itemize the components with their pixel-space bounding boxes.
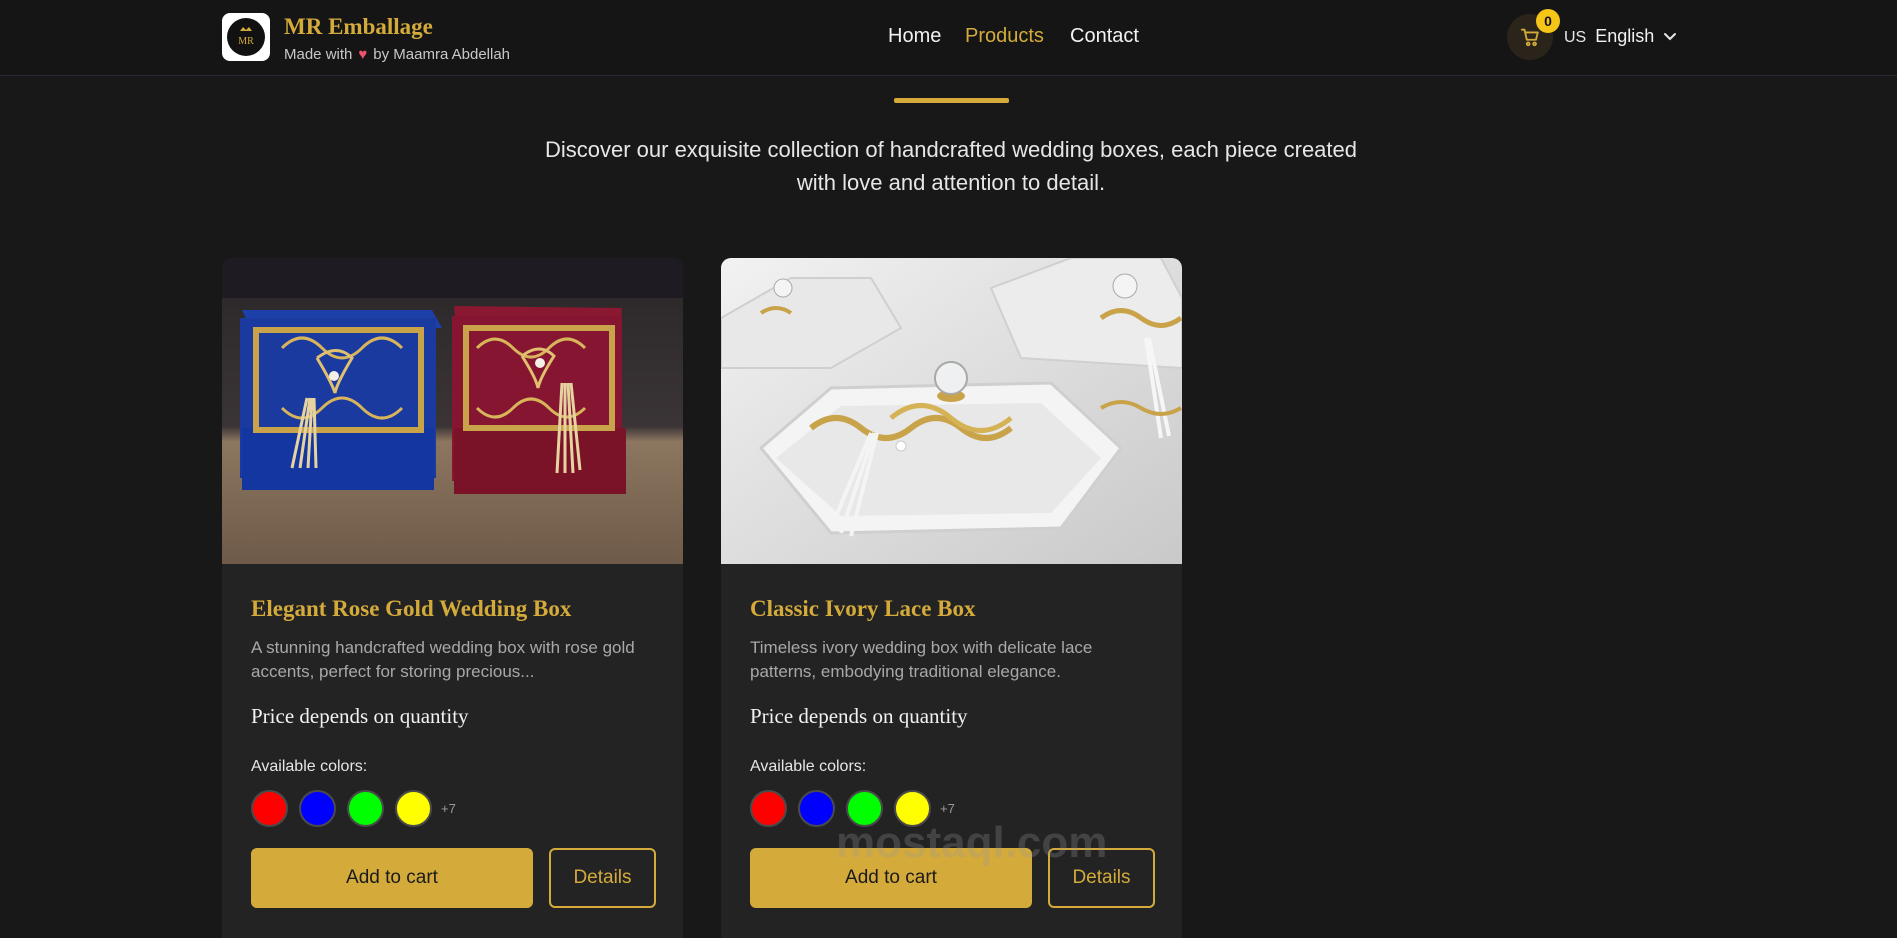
color-swatches: +7 (251, 790, 456, 827)
details-button[interactable]: Details (549, 848, 656, 908)
product-image[interactable] (222, 258, 683, 564)
nav-products[interactable]: Products (965, 25, 1044, 48)
color-swatch-red[interactable] (750, 790, 787, 827)
nav-home[interactable]: Home (888, 25, 941, 48)
svg-text:MR: MR (238, 36, 254, 47)
product-description: Timeless ivory wedding box with delicate… (750, 638, 1093, 681)
language-code: US (1564, 29, 1587, 46)
color-swatch-yellow[interactable] (894, 790, 931, 827)
section-accent-line (894, 98, 1009, 103)
color-swatch-blue[interactable] (798, 790, 835, 827)
color-swatch-red[interactable] (251, 790, 288, 827)
product-description: A stunning handcrafted wedding box with … (251, 638, 635, 681)
product-card: Elegant Rose Gold Wedding Box A stunning… (222, 258, 683, 938)
chevron-down-icon (1664, 32, 1677, 40)
color-swatch-yellow[interactable] (395, 790, 432, 827)
logo-emblem-icon: MR (227, 18, 265, 56)
more-colors-count: +7 (441, 801, 456, 816)
product-image[interactable] (721, 258, 1182, 564)
brand-subtitle: Made with ♥ by Maamra Abdellah (284, 46, 510, 63)
product-title[interactable]: Elegant Rose Gold Wedding Box (251, 596, 571, 622)
brand-sub-suffix: by Maamra Abdellah (373, 46, 511, 63)
product-price: Price depends on quantity (251, 704, 469, 728)
language-selector[interactable]: US English (1564, 26, 1677, 47)
more-colors-count: +7 (940, 801, 955, 816)
cart-icon (1520, 28, 1539, 47)
available-colors-label: Available colors: (750, 758, 867, 775)
cart-count-badge: 0 (1536, 9, 1560, 33)
color-swatch-green[interactable] (347, 790, 384, 827)
nav-contact[interactable]: Contact (1070, 25, 1139, 48)
product-title[interactable]: Classic Ivory Lace Box (750, 596, 976, 622)
add-to-cart-button[interactable]: Add to cart (750, 848, 1032, 908)
site-header: MR MR Emballage Made with ♥ by Maamra Ab… (0, 0, 1897, 76)
heart-icon: ♥ (358, 46, 368, 63)
color-swatch-green[interactable] (846, 790, 883, 827)
intro-text: Discover our exquisite collection of han… (544, 137, 1358, 195)
brand-logo[interactable]: MR (222, 13, 270, 61)
product-card: Classic Ivory Lace Box Timeless ivory we… (721, 258, 1182, 938)
brand-title[interactable]: MR Emballage (284, 14, 433, 40)
color-swatch-blue[interactable] (299, 790, 336, 827)
available-colors-label: Available colors: (251, 758, 368, 775)
color-swatches: +7 (750, 790, 955, 827)
details-button[interactable]: Details (1048, 848, 1155, 908)
brand-sub-prefix: Made with (284, 46, 353, 63)
language-label: English (1595, 26, 1655, 46)
product-price: Price depends on quantity (750, 704, 968, 728)
add-to-cart-button[interactable]: Add to cart (251, 848, 533, 908)
